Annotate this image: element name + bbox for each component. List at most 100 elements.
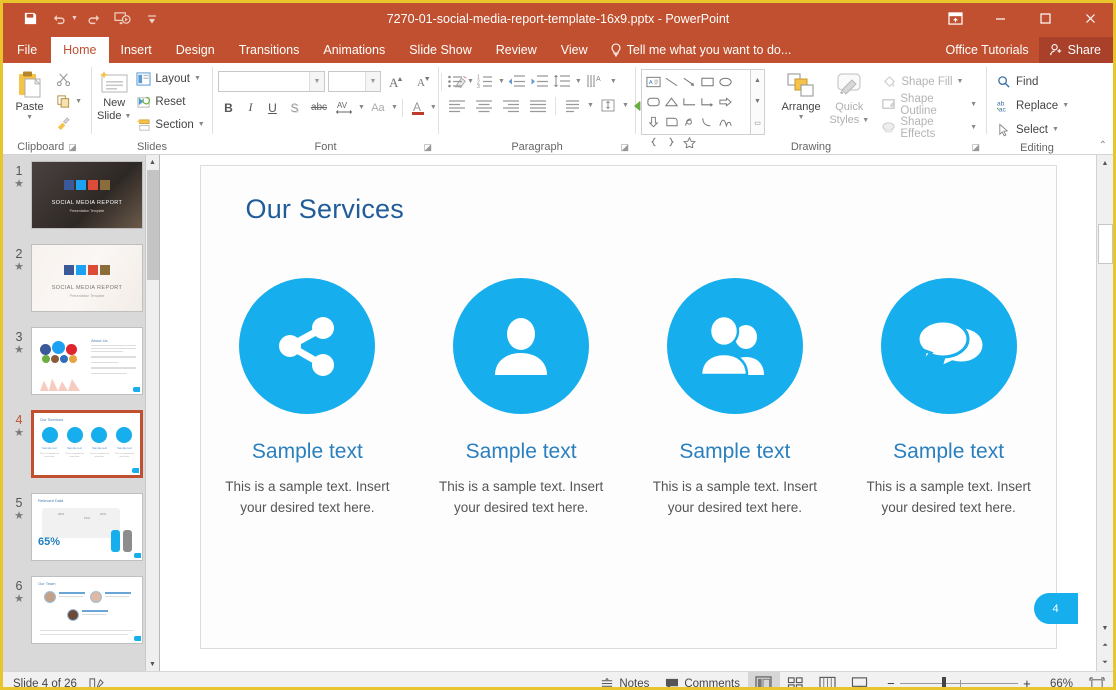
format-painter-button[interactable] bbox=[51, 113, 86, 134]
thumbnail-item-1[interactable]: 1 ★ SOCIAL MEDIA REPORT Presentation Tem… bbox=[3, 155, 159, 238]
line-spacing-dropdown-icon[interactable]: ▼ bbox=[575, 78, 582, 85]
redo-icon[interactable] bbox=[81, 8, 107, 30]
replace-button[interactable]: ab ac Replace ▼ bbox=[992, 95, 1073, 116]
shape-elbow-connector-icon[interactable] bbox=[680, 92, 698, 112]
accessibility-icon[interactable] bbox=[89, 677, 105, 687]
font-name-dropdown-icon[interactable]: ▼ bbox=[309, 72, 324, 91]
scrollbar-thumb[interactable] bbox=[1098, 224, 1113, 264]
service-card-3[interactable]: Sample text This is a sample text. Inser… bbox=[628, 278, 842, 518]
section-button[interactable]: Section ▼ bbox=[131, 114, 208, 135]
section-dropdown-icon[interactable]: ▼ bbox=[198, 121, 205, 128]
quick-styles-button[interactable]: Quick Styles ▼ bbox=[825, 69, 873, 127]
tab-file[interactable]: File bbox=[3, 37, 51, 63]
thumbnail-item-2[interactable]: 2 ★ SOCIAL MEDIA REPORT Presentation Tem… bbox=[3, 238, 159, 321]
slide-title[interactable]: Our Services bbox=[246, 194, 404, 225]
tab-animations[interactable]: Animations bbox=[311, 37, 397, 63]
fit-slide-to-window-button[interactable] bbox=[1081, 672, 1113, 687]
shape-effects-dropdown-icon[interactable]: ▼ bbox=[970, 124, 977, 131]
service-heading[interactable]: Sample text bbox=[893, 440, 1004, 464]
reading-view-button[interactable] bbox=[812, 672, 844, 687]
service-card-2[interactable]: Sample text This is a sample text. Inser… bbox=[414, 278, 628, 518]
zoom-handle[interactable] bbox=[941, 677, 946, 687]
slide-thumbnail-pane[interactable]: 1 ★ SOCIAL MEDIA REPORT Presentation Tem… bbox=[3, 155, 160, 671]
font-dialog-launcher[interactable]: ◪ bbox=[423, 142, 432, 153]
thumbnail-scroll-up-icon[interactable]: ▲ bbox=[146, 155, 159, 169]
bold-button[interactable]: B bbox=[218, 97, 239, 118]
tab-slide-show[interactable]: Slide Show bbox=[397, 37, 484, 63]
new-slide-button[interactable]: New Slide ▼ bbox=[97, 67, 131, 123]
tab-design[interactable]: Design bbox=[164, 37, 227, 63]
font-size-input[interactable]: ▼ bbox=[328, 71, 381, 92]
clipboard-dialog-launcher[interactable]: ◪ bbox=[68, 142, 77, 153]
shapes-gallery[interactable]: A bbox=[641, 69, 751, 148]
change-case-dropdown-icon[interactable]: ▼ bbox=[391, 104, 398, 111]
cut-button[interactable] bbox=[51, 69, 86, 90]
align-text-dropdown-icon[interactable]: ▼ bbox=[622, 102, 629, 109]
shape-triangle-icon[interactable] bbox=[662, 92, 680, 112]
text-direction-dropdown-icon[interactable]: ▼ bbox=[610, 78, 617, 85]
customize-qat-icon[interactable] bbox=[139, 8, 165, 30]
office-tutorials-link[interactable]: Office Tutorials bbox=[936, 37, 1039, 63]
tell-me-search[interactable]: Tell me what you want to do... bbox=[600, 37, 802, 63]
scroll-up-icon[interactable]: ▲ bbox=[1097, 155, 1113, 172]
slide-vertical-scrollbar[interactable]: ▲ ▼ ⏶ ⏷ bbox=[1096, 155, 1113, 671]
zoom-in-button[interactable]: + bbox=[1018, 676, 1036, 687]
copy-button[interactable]: ▼ bbox=[51, 91, 86, 112]
thumbnail-image[interactable]: SOCIAL MEDIA REPORT Presentation Templat… bbox=[31, 244, 143, 312]
close-icon[interactable] bbox=[1068, 3, 1113, 34]
reset-button[interactable]: Reset bbox=[131, 91, 208, 112]
paste-dropdown-icon[interactable]: ▼ bbox=[26, 114, 33, 121]
character-spacing-dropdown-icon[interactable]: ▼ bbox=[358, 104, 365, 111]
shapes-scroll-down-icon[interactable]: ▼ bbox=[751, 91, 764, 112]
tab-insert[interactable]: Insert bbox=[109, 37, 164, 63]
service-body[interactable]: This is a sample text. Insert your desir… bbox=[652, 476, 818, 518]
find-button[interactable]: Find bbox=[992, 71, 1073, 92]
slide-sorter-view-button[interactable] bbox=[780, 672, 812, 687]
thumbnail-item-3[interactable]: 3 ★ About Us bbox=[3, 321, 159, 404]
drawing-dialog-launcher[interactable]: ◪ bbox=[971, 142, 980, 153]
paragraph-dialog-launcher[interactable]: ◪ bbox=[620, 142, 629, 153]
thumbnail-scroll-down-icon[interactable]: ▼ bbox=[146, 657, 159, 671]
shape-fill-button[interactable]: Shape Fill ▼ bbox=[877, 71, 981, 92]
columns-button[interactable] bbox=[560, 95, 586, 116]
start-presentation-icon[interactable] bbox=[110, 8, 136, 30]
tab-transitions[interactable]: Transitions bbox=[227, 37, 312, 63]
shape-down-arrow-icon[interactable] bbox=[644, 112, 662, 132]
thumbnail-image-selected[interactable]: Our Services Sample text Sample text Sam… bbox=[31, 410, 143, 478]
service-heading[interactable]: Sample text bbox=[252, 440, 363, 464]
service-heading[interactable]: Sample text bbox=[679, 440, 790, 464]
font-color-button[interactable]: A bbox=[407, 97, 429, 118]
change-case-button[interactable]: Aa bbox=[366, 97, 390, 118]
numbering-button[interactable]: 123 bbox=[475, 71, 497, 92]
quick-styles-dropdown-icon[interactable]: ▼ bbox=[862, 114, 869, 127]
increase-indent-button[interactable] bbox=[529, 71, 551, 92]
service-body[interactable]: This is a sample text. Insert your desir… bbox=[224, 476, 390, 518]
comments-button[interactable]: Comments bbox=[657, 672, 748, 687]
next-slide-icon[interactable]: ⏷ bbox=[1097, 654, 1113, 671]
align-text-button[interactable] bbox=[595, 95, 621, 116]
thumbnail-image[interactable]: Our Team bbox=[31, 576, 143, 644]
arrange-dropdown-icon[interactable]: ▼ bbox=[798, 114, 805, 121]
service-heading[interactable]: Sample text bbox=[466, 440, 577, 464]
shapes-gallery-scrollbar[interactable]: ▲ ▼ ▭ bbox=[751, 69, 765, 135]
shape-elbow-arrow-icon[interactable] bbox=[698, 92, 716, 112]
thumbnail-pane-scrollbar[interactable]: ▲ ▼ bbox=[145, 155, 159, 671]
shape-rounded-rect-icon[interactable] bbox=[644, 92, 662, 112]
shape-textbox-icon[interactable]: A bbox=[644, 72, 662, 92]
share-button[interactable]: Share bbox=[1038, 37, 1113, 63]
service-card-4[interactable]: Sample text This is a sample text. Inser… bbox=[842, 278, 1056, 518]
font-name-input[interactable]: ▼ bbox=[218, 71, 325, 92]
zoom-slider[interactable]: − + bbox=[876, 676, 1042, 687]
shape-curve-icon[interactable] bbox=[716, 112, 734, 132]
tab-review[interactable]: Review bbox=[484, 37, 549, 63]
thumbnail-item-4[interactable]: 4 ★ Our Services Sample text Sample text bbox=[3, 404, 159, 487]
previous-slide-icon[interactable]: ⏶ bbox=[1097, 637, 1113, 654]
zoom-out-button[interactable]: − bbox=[882, 676, 900, 687]
zoom-percentage[interactable]: 66% bbox=[1042, 678, 1081, 688]
underline-button[interactable]: U bbox=[262, 97, 283, 118]
scrollbar-track[interactable] bbox=[1097, 172, 1113, 620]
shapes-more-icon[interactable]: ▭ bbox=[751, 113, 764, 134]
layout-dropdown-icon[interactable]: ▼ bbox=[194, 75, 201, 82]
align-center-button[interactable] bbox=[471, 95, 497, 116]
shape-arrow-icon[interactable] bbox=[680, 72, 698, 92]
